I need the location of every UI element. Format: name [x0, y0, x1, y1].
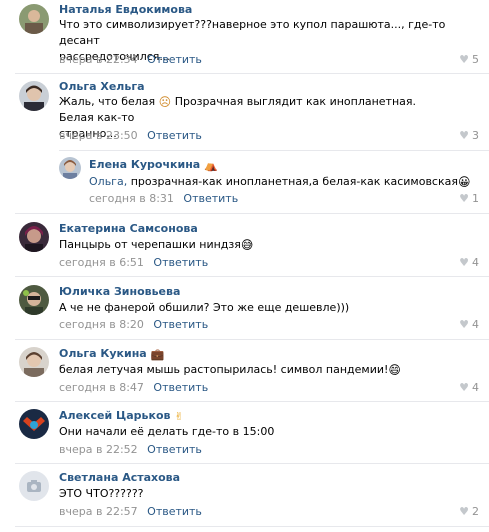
reply-button[interactable]: Ответить	[153, 381, 208, 394]
author-name[interactable]: Алексей Царьков	[59, 409, 170, 422]
like-button[interactable]: ♥ 1	[459, 192, 479, 206]
divider	[15, 526, 489, 527]
divider	[15, 401, 489, 402]
grinning-face-icon: 😀	[458, 175, 471, 189]
reply-button[interactable]: Ответить	[147, 53, 202, 66]
like-count: 2	[472, 505, 479, 518]
reply-button[interactable]: Ответить	[147, 505, 202, 518]
like-count: 3	[472, 129, 479, 142]
comment-text-line1: прозрачная-как инопланетная,а белая-как …	[130, 175, 458, 188]
comment-meta: сегодня в 8:47 Ответить	[59, 381, 208, 395]
comment-text-line1: Жаль, что белая	[59, 95, 156, 108]
divider	[15, 73, 489, 74]
author-name[interactable]: Юличка Зиновьева	[59, 285, 180, 298]
comment-time[interactable]: вчера в 22:54	[59, 53, 138, 66]
avatar[interactable]	[19, 409, 49, 439]
comment-author[interactable]: Алексей Царьков ✌	[59, 409, 184, 424]
comment-time[interactable]: сегодня в 8:20	[59, 318, 144, 331]
author-name[interactable]: Наталья Евдокимова	[59, 3, 192, 16]
author-name[interactable]: Екатерина Самсонова	[59, 222, 198, 235]
avatar[interactable]	[19, 81, 49, 111]
comment-time[interactable]: сегодня в 6:51	[59, 256, 144, 269]
comment-text: Панцырь от черепашки ниндзя😅	[59, 237, 449, 253]
comment-time[interactable]: сегодня в 8:47	[59, 381, 144, 394]
like-button[interactable]: ♥ 4	[459, 256, 479, 270]
smile-icon: 😄	[388, 363, 401, 377]
comment-time[interactable]: вчера в 22:52	[59, 443, 138, 456]
reply-button[interactable]: Ответить	[147, 443, 202, 456]
comment-author[interactable]: Юличка Зиновьева	[59, 285, 180, 299]
author-name[interactable]: Ольга Хельга	[59, 80, 145, 93]
avatar[interactable]	[19, 222, 49, 252]
like-button[interactable]: ♥ 5	[459, 53, 479, 67]
reply-button[interactable]: Ответить	[147, 129, 202, 142]
victory-hand-badge-icon: ✌	[174, 410, 184, 423]
divider	[15, 276, 489, 277]
sweat-smile-icon: 😅	[240, 238, 254, 252]
author-name[interactable]: Елена Курочкина	[89, 158, 200, 171]
comment-time[interactable]: вчера в 23:50	[59, 129, 138, 142]
heart-icon: ♥	[459, 192, 469, 205]
sad-face-icon: ☹	[158, 95, 172, 109]
heart-icon: ♥	[459, 318, 469, 331]
divider	[59, 150, 489, 151]
heart-icon: ♥	[459, 381, 469, 394]
avatar[interactable]	[19, 347, 49, 377]
briefcase-badge-icon: 💼	[150, 348, 165, 361]
like-button[interactable]: ♥ 2	[459, 505, 479, 519]
avatar[interactable]	[19, 471, 49, 501]
heart-icon: ♥	[459, 505, 469, 518]
like-count: 4	[472, 381, 479, 394]
comment-text-line1: белая летучая мышь растопырилась! символ…	[59, 363, 389, 376]
gift-badge-icon: ⛺	[204, 159, 218, 172]
reply-button[interactable]: Ответить	[153, 318, 208, 331]
avatar[interactable]	[19, 285, 49, 315]
like-count: 4	[472, 256, 479, 269]
like-count: 4	[472, 318, 479, 331]
comment-text: Они начали её делать где-то в 15:00	[59, 424, 449, 440]
comment-text-line1: Что это символизирует???наверное это куп…	[59, 18, 446, 47]
comment-text: белая летучая мышь растопырилась! символ…	[59, 362, 449, 378]
divider	[15, 339, 489, 340]
comment-meta: вчера в 23:50 Ответить	[59, 129, 202, 143]
comment-meta: вчера в 22:57 Ответить	[59, 505, 202, 519]
author-name[interactable]: Светлана Астахова	[59, 471, 180, 484]
avatar[interactable]	[19, 4, 49, 34]
comment-author[interactable]: Ольга Кукина 💼	[59, 347, 164, 362]
comment-meta: сегодня в 8:20 Ответить	[59, 318, 208, 332]
comment-meta: сегодня в 8:31 Ответить	[89, 192, 238, 206]
comment-author[interactable]: Ольга Хельга	[59, 80, 145, 94]
heart-icon: ♥	[459, 129, 469, 142]
comment-text-line1: Панцырь от черепашки ниндзя	[59, 238, 241, 251]
comment-author[interactable]: Наталья Евдокимова	[59, 3, 192, 17]
comment-time[interactable]: сегодня в 8:31	[89, 192, 174, 205]
comment-meta: вчера в 22:54 Ответить	[59, 53, 202, 67]
comment-author[interactable]: Светлана Астахова	[59, 471, 180, 485]
comment-meta: вчера в 22:52 Ответить	[59, 443, 202, 457]
reply-button[interactable]: Ответить	[153, 256, 208, 269]
comment-time[interactable]: вчера в 22:57	[59, 505, 138, 518]
heart-icon: ♥	[459, 53, 469, 66]
comment-text: Ольга, прозрачная-как инопланетная,а бел…	[89, 174, 479, 190]
comment-text: А че не фанерой обшили? Это же еще дешев…	[59, 300, 449, 316]
comment-text-line1: ЭТО ЧТО??????	[59, 487, 144, 500]
avatar[interactable]	[59, 157, 81, 179]
comment-meta: сегодня в 6:51 Ответить	[59, 256, 208, 270]
like-button[interactable]: ♥ 3	[459, 129, 479, 143]
like-count: 5	[472, 53, 479, 66]
comment-author[interactable]: Екатерина Самсонова	[59, 222, 198, 236]
comment-author[interactable]: Елена Курочкина ⛺	[89, 158, 218, 173]
heart-icon: ♥	[459, 256, 469, 269]
divider	[15, 463, 489, 464]
divider	[15, 213, 489, 214]
like-button[interactable]: ♥ 4	[459, 318, 479, 332]
like-button[interactable]: ♥ 4	[459, 381, 479, 395]
reply-button[interactable]: Ответить	[183, 192, 238, 205]
comment-text-line1: Они начали её делать где-то в 15:00	[59, 425, 275, 438]
comment-text-line1: А че не фанерой обшили? Это же еще дешев…	[59, 301, 350, 314]
mention-link[interactable]: Ольга,	[89, 175, 127, 188]
like-count: 1	[472, 192, 479, 205]
comment-text: ЭТО ЧТО??????	[59, 486, 449, 502]
author-name[interactable]: Ольга Кукина	[59, 347, 147, 360]
